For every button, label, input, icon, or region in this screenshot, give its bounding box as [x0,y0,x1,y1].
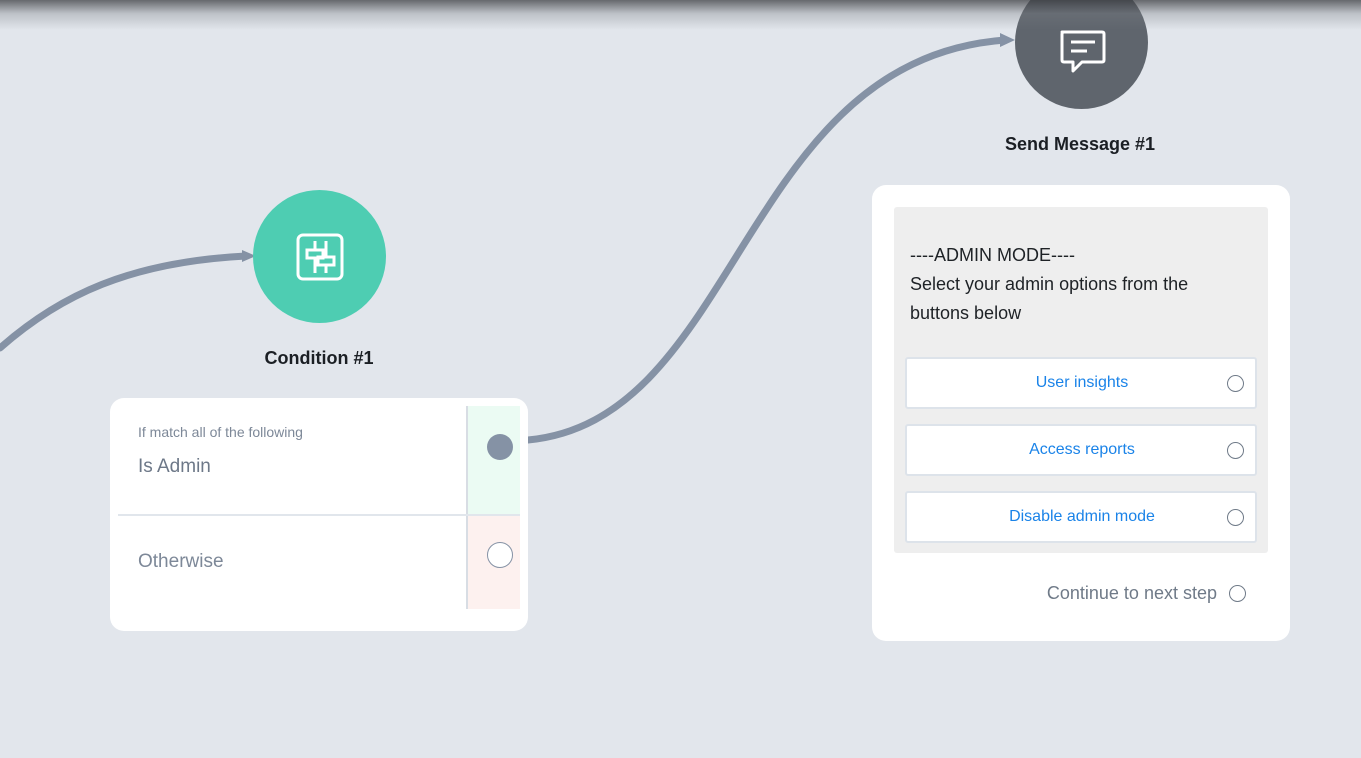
button-label: Access reports [1029,441,1135,458]
condition-otherwise-row[interactable]: Otherwise [118,516,520,609]
access-reports-button[interactable]: Access reports [905,424,1257,476]
arrowhead-message [1000,33,1015,47]
button-label: Disable admin mode [1009,508,1155,525]
connector-incoming [0,252,250,352]
button-output-handle[interactable] [1227,375,1244,392]
sliders-icon [296,233,343,280]
continue-output-handle[interactable] [1229,585,1246,602]
condition-card: If match all of the following Is Admin O… [110,398,528,631]
chat-message-icon [1060,30,1105,73]
disable-admin-mode-button[interactable]: Disable admin mode [905,491,1257,543]
rule-value: Is Admin [138,456,211,477]
otherwise-label: Otherwise [138,551,224,572]
condition-node[interactable] [253,190,386,323]
user-insights-button[interactable]: User insights [905,357,1257,409]
button-output-handle[interactable] [1227,442,1244,459]
message-text: ----ADMIN MODE---- Select your admin opt… [910,241,1250,328]
message-card: ----ADMIN MODE---- Select your admin opt… [872,185,1290,641]
message-node-title: Send Message #1 [1004,134,1156,154]
continue-row[interactable]: Continue to next step [1047,583,1246,604]
button-label: User insights [1035,374,1129,391]
otherwise-port [466,516,520,609]
message-bubble[interactable]: ----ADMIN MODE---- Select your admin opt… [894,207,1268,553]
match-port [466,406,520,514]
message-line: ----ADMIN MODE---- [910,245,1075,265]
condition-node-title: Condition #1 [264,348,374,368]
top-shadow [0,0,1361,30]
condition-rule-row[interactable]: If match all of the following Is Admin [118,406,520,516]
rule-caption: If match all of the following [138,424,303,440]
message-line: Select your admin options from the butto… [910,274,1189,323]
continue-label: Continue to next step [1046,583,1217,603]
button-output-handle[interactable] [1227,509,1244,526]
match-output-handle[interactable] [487,434,513,460]
otherwise-output-handle[interactable] [487,542,513,568]
